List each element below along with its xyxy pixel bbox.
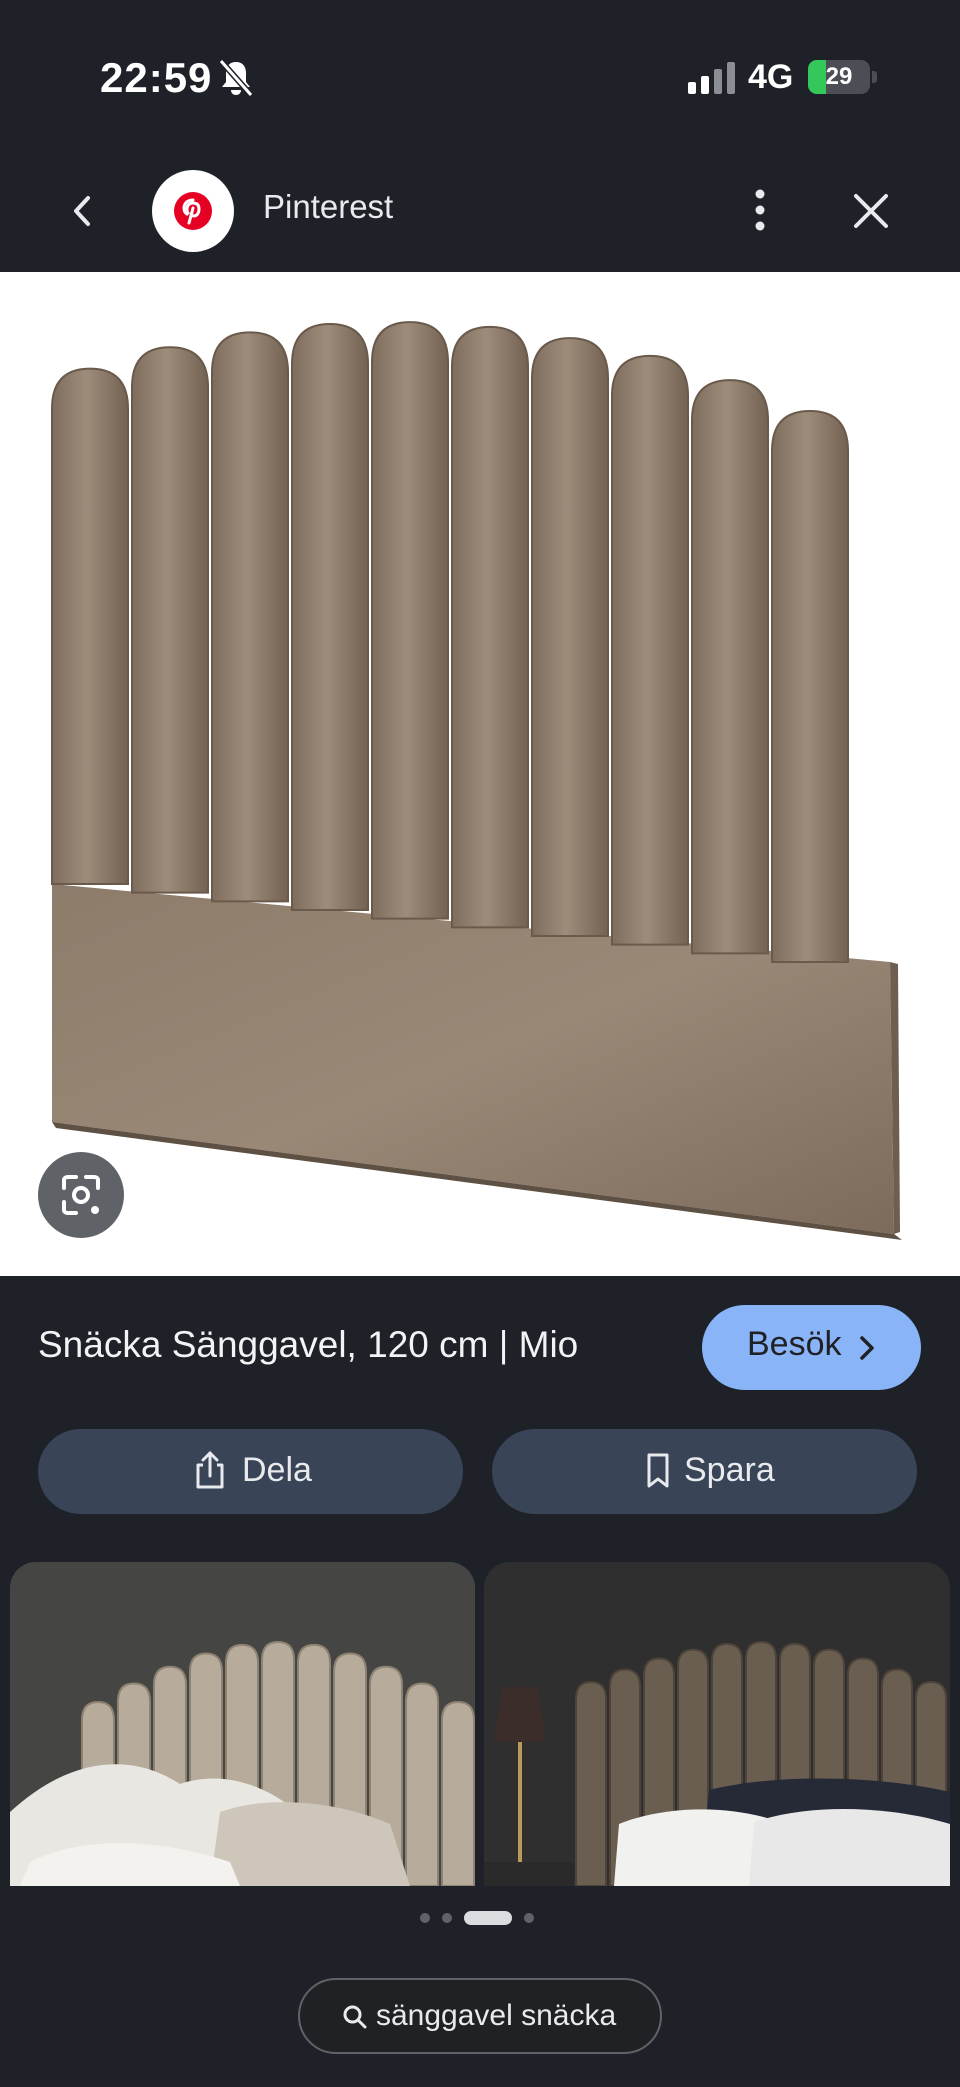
- headboard-channel: [611, 354, 689, 946]
- pinterest-logo-icon: [174, 192, 212, 230]
- bookmark-icon: [647, 1453, 669, 1488]
- site-name[interactable]: Pinterest: [263, 188, 393, 226]
- headboard-channel: [441, 1700, 475, 1886]
- close-icon[interactable]: [848, 188, 894, 234]
- headboard-channel: [291, 322, 369, 911]
- bell-off-icon: [218, 59, 254, 97]
- bedroom-photo-dark: [484, 1562, 950, 1886]
- battery-indicator: 29: [808, 60, 878, 94]
- headboard-channel: [371, 321, 449, 920]
- chevron-right-icon: [860, 1336, 874, 1360]
- headboard-channel: [531, 337, 609, 937]
- headboard-channel: [691, 379, 769, 955]
- share-button[interactable]: Dela: [38, 1429, 463, 1514]
- related-image[interactable]: [484, 1562, 950, 1886]
- pagination-dot: [420, 1913, 430, 1923]
- save-label: Spara: [684, 1451, 775, 1489]
- network-type: 4G: [748, 58, 794, 96]
- headboard-channel: [51, 367, 129, 885]
- google-lens-button[interactable]: [38, 1152, 124, 1238]
- headboard-channel: [451, 325, 529, 929]
- related-images-carousel: [0, 1562, 960, 1886]
- share-label: Dela: [242, 1451, 312, 1489]
- headboard-channel: [575, 1680, 607, 1886]
- search-icon: [343, 2005, 367, 2029]
- clock: 22:59: [100, 54, 213, 101]
- pagination-dot-active: [464, 1911, 512, 1925]
- headboard-channel: [405, 1682, 439, 1886]
- share-icon: [196, 1451, 224, 1489]
- lens-icon: [62, 1175, 100, 1215]
- carousel-pagination: [420, 1910, 540, 1926]
- more-options-icon[interactable]: [740, 180, 780, 240]
- site-favicon[interactable]: [152, 170, 234, 252]
- headboard-channel: [211, 331, 289, 903]
- cellular-signal-icon: [688, 62, 735, 94]
- battery-body: 29: [808, 60, 870, 94]
- headboard-illustration: [51, 321, 902, 1240]
- visit-label: Besök: [747, 1325, 842, 1363]
- battery-cap: [872, 71, 877, 83]
- status-bar: 22:59 4G 29: [0, 0, 960, 150]
- pagination-dot: [442, 1913, 452, 1923]
- related-search-chip[interactable]: sänggavel snäcka: [298, 1978, 662, 2054]
- battery-level: 29: [825, 63, 853, 90]
- related-image[interactable]: [10, 1562, 475, 1886]
- visit-button[interactable]: Besök: [702, 1305, 921, 1390]
- main-image[interactable]: [0, 272, 960, 1276]
- viewer-header: Pinterest: [0, 150, 960, 272]
- save-button[interactable]: Spara: [492, 1429, 917, 1514]
- back-icon[interactable]: [60, 188, 106, 234]
- headboard-channel: [771, 410, 849, 963]
- headboard-channel: [131, 346, 209, 894]
- result-title[interactable]: Snäcka Sänggavel, 120 cm | Mio: [38, 1324, 578, 1366]
- related-search-label: sänggavel snäcka: [376, 1999, 617, 2032]
- bedroom-photo-light: [10, 1562, 475, 1886]
- pagination-dot: [524, 1913, 534, 1923]
